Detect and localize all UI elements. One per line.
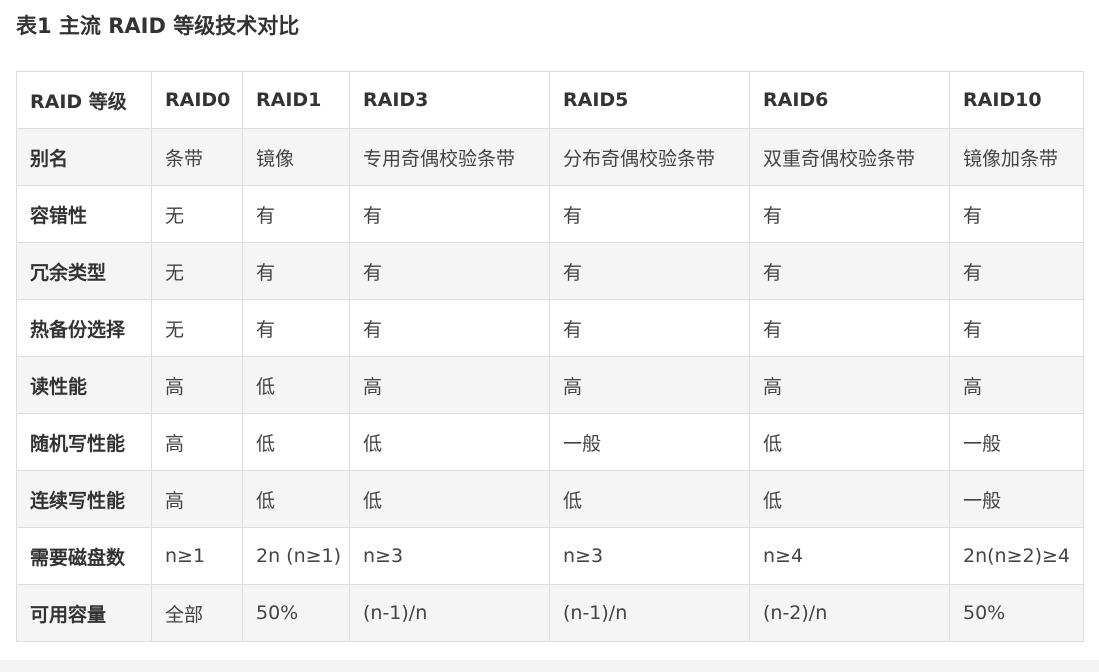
table-cell: 有: [549, 242, 750, 300]
table-cell: (n-2)/n: [749, 584, 950, 642]
table-cell: 高: [151, 413, 243, 471]
table-cell: (n-1)/n: [549, 584, 750, 642]
table-cell: n≥3: [349, 527, 550, 585]
table-cell: 有: [749, 242, 950, 300]
header-row: RAID 等级 RAID0 RAID1 RAID3 RAID5 RAID6 RA…: [16, 71, 1084, 129]
table-caption: 表1 主流 RAID 等级技术对比: [16, 14, 300, 38]
table-cell: 有: [349, 299, 550, 357]
raid-comparison-table: RAID 等级 RAID0 RAID1 RAID3 RAID5 RAID6 RA…: [16, 71, 1084, 642]
table-row-redundancy-type: 冗余类型 无 有 有 有 有 有: [16, 242, 1084, 300]
table-cell: 有: [349, 242, 550, 300]
table-row-sequential-write: 连续写性能 高 低 低 低 低 一般: [16, 470, 1084, 528]
header-cell-raid10: RAID10: [949, 71, 1084, 129]
table-cell: 高: [749, 356, 950, 414]
table-cell: 有: [549, 185, 750, 243]
row-label: 冗余类型: [16, 242, 152, 300]
table-cell: 低: [749, 413, 950, 471]
page-bottom-strip: [0, 660, 1099, 672]
table-cell: 50%: [949, 584, 1084, 642]
row-label: 热备份选择: [16, 299, 152, 357]
header-cell-raid6: RAID6: [749, 71, 950, 129]
header-cell-raid3: RAID3: [349, 71, 550, 129]
table-cell: 低: [242, 356, 350, 414]
header-cell-raid0: RAID0: [151, 71, 243, 129]
header-cell-raid1: RAID1: [242, 71, 350, 129]
table-cell: 无: [151, 299, 243, 357]
table-cell: 条带: [151, 128, 243, 186]
table-cell: 低: [549, 470, 750, 528]
table-cell: 低: [349, 470, 550, 528]
table-cell: 一般: [549, 413, 750, 471]
row-label: 容错性: [16, 185, 152, 243]
table-cell: 高: [349, 356, 550, 414]
table-cell: 低: [242, 413, 350, 471]
table-cell: 2n(n≥2)≥4: [949, 527, 1084, 585]
table-row-hot-spare: 热备份选择 无 有 有 有 有 有: [16, 299, 1084, 357]
table-cell: 有: [749, 185, 950, 243]
table-cell: (n-1)/n: [349, 584, 550, 642]
table-cell: 一般: [949, 413, 1084, 471]
table-cell: 分布奇偶校验条带: [549, 128, 750, 186]
table-cell: 有: [949, 242, 1084, 300]
header-cell-raid5: RAID5: [549, 71, 750, 129]
table-cell: 有: [242, 299, 350, 357]
row-label: 可用容量: [16, 584, 152, 642]
table-cell: 双重奇偶校验条带: [749, 128, 950, 186]
table-cell: 高: [151, 470, 243, 528]
table-cell: 全部: [151, 584, 243, 642]
table-cell: 有: [949, 299, 1084, 357]
table-cell: n≥4: [749, 527, 950, 585]
table-cell: 低: [749, 470, 950, 528]
table-row-disk-count: 需要磁盘数 n≥1 2n (n≥1) n≥3 n≥3 n≥4 2n(n≥2)≥4: [16, 527, 1084, 585]
table-cell: 一般: [949, 470, 1084, 528]
table-row-alias: 别名 条带 镜像 专用奇偶校验条带 分布奇偶校验条带 双重奇偶校验条带 镜像加条…: [16, 128, 1084, 186]
row-label: 需要磁盘数: [16, 527, 152, 585]
table-cell: 有: [242, 242, 350, 300]
row-label: 别名: [16, 128, 152, 186]
table-cell: 无: [151, 185, 243, 243]
table-cell: 高: [549, 356, 750, 414]
table-cell: 低: [242, 470, 350, 528]
row-label: 随机写性能: [16, 413, 152, 471]
table-row-fault-tolerance: 容错性 无 有 有 有 有 有: [16, 185, 1084, 243]
table-row-usable-capacity: 可用容量 全部 50% (n-1)/n (n-1)/n (n-2)/n 50%: [16, 584, 1084, 642]
table-cell: 有: [949, 185, 1084, 243]
table-cell: 镜像加条带: [949, 128, 1084, 186]
table-cell: 有: [549, 299, 750, 357]
table-cell: 专用奇偶校验条带: [349, 128, 550, 186]
header-cell-raid-level: RAID 等级: [16, 71, 152, 129]
table-cell: 镜像: [242, 128, 350, 186]
row-label: 连续写性能: [16, 470, 152, 528]
table-cell: 高: [151, 356, 243, 414]
table-cell: 50%: [242, 584, 350, 642]
row-label: 读性能: [16, 356, 152, 414]
table-row-random-write: 随机写性能 高 低 低 一般 低 一般: [16, 413, 1084, 471]
table-cell: 有: [349, 185, 550, 243]
table-cell: 高: [949, 356, 1084, 414]
table-cell: n≥3: [549, 527, 750, 585]
table-cell: 2n (n≥1): [242, 527, 350, 585]
table-row-read-performance: 读性能 高 低 高 高 高 高: [16, 356, 1084, 414]
table-cell: 低: [349, 413, 550, 471]
table-cell: 无: [151, 242, 243, 300]
table-cell: 有: [242, 185, 350, 243]
table-cell: n≥1: [151, 527, 243, 585]
table-cell: 有: [749, 299, 950, 357]
